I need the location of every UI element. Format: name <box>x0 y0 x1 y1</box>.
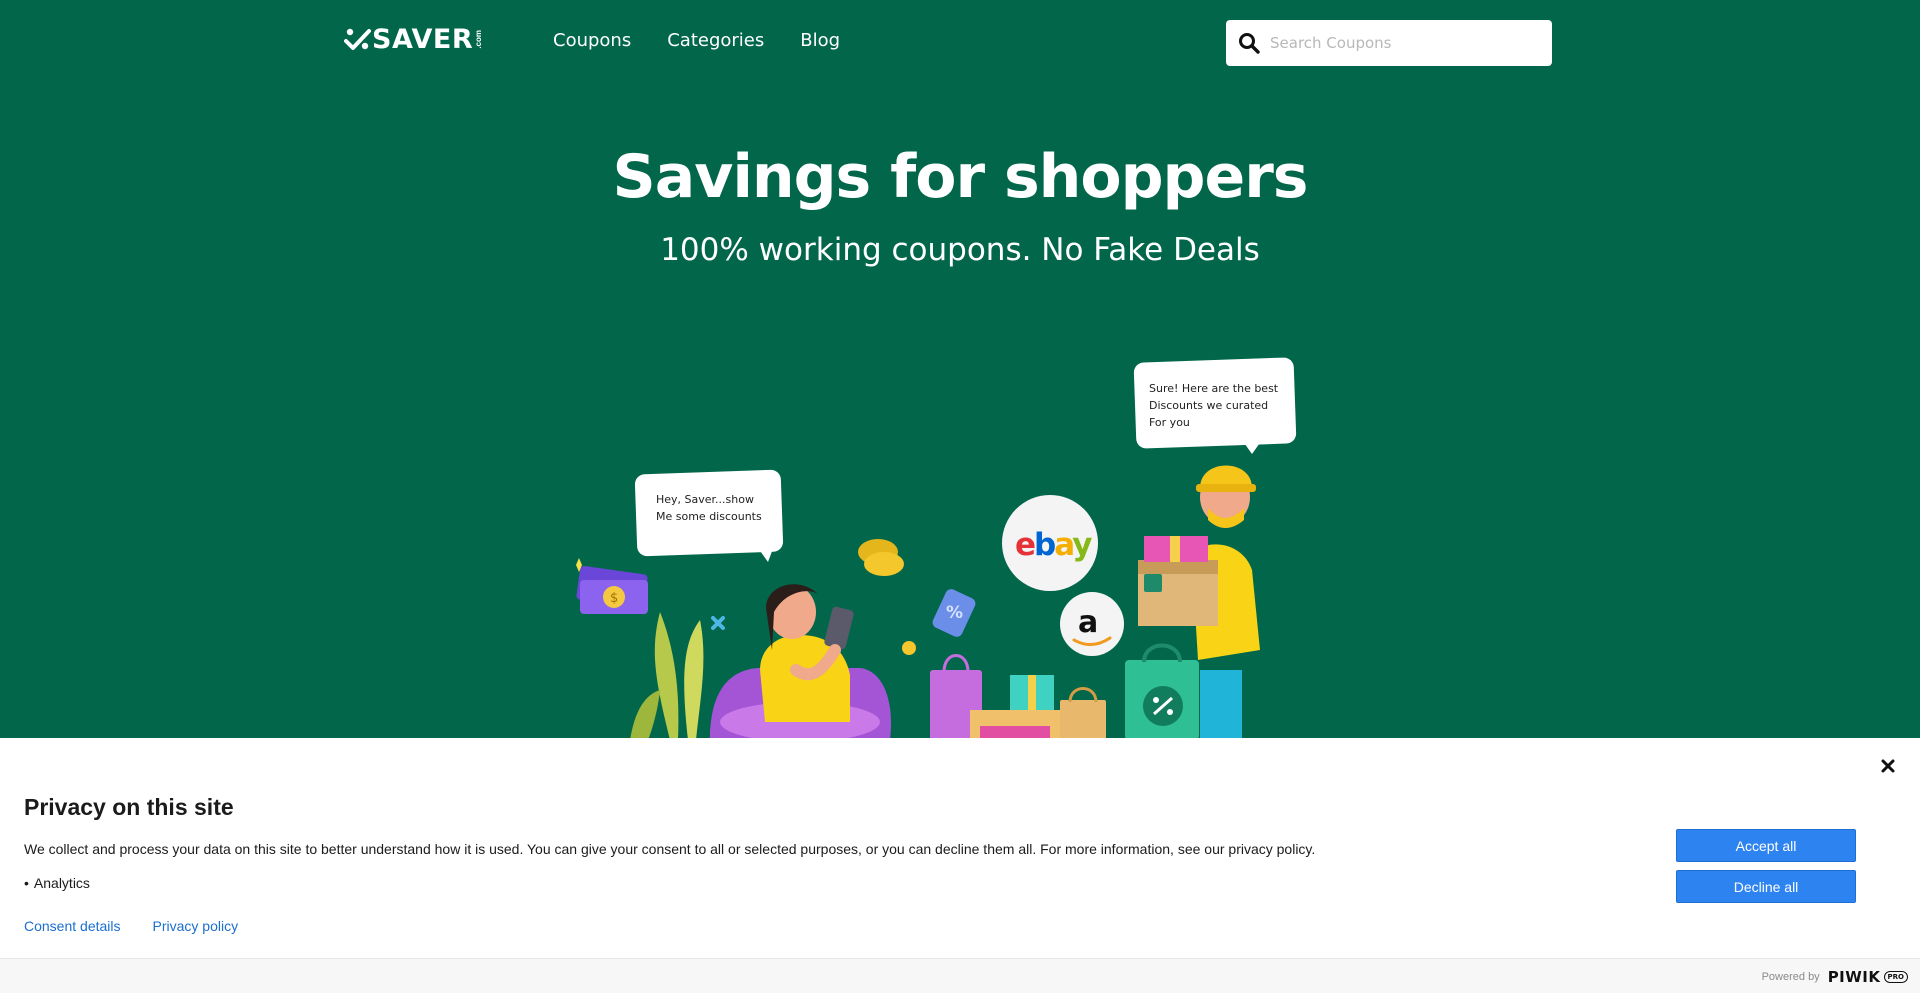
piwik-pro-badge: PRO <box>1883 971 1908 983</box>
consent-links: Consent details Privacy policy <box>24 918 238 934</box>
coins-icon <box>858 539 916 655</box>
bubble-right-line-3: For you <box>1149 416 1190 429</box>
consent-title: Privacy on this site <box>24 794 234 820</box>
hero-subtitle: 100% working coupons. No Fake Deals <box>660 232 1260 268</box>
svg-text:a: a <box>1078 605 1098 640</box>
close-icon[interactable] <box>1878 756 1898 776</box>
nav-categories-link[interactable]: Categories <box>667 30 764 51</box>
decline-all-button[interactable]: Decline all <box>1676 870 1856 903</box>
money-icon: $ <box>576 558 648 614</box>
piwik-brand-text: PIWIK <box>1827 968 1881 986</box>
bubble-left-line-1: Hey, Saver...show <box>656 493 754 506</box>
logo-text: SAVER <box>372 24 474 55</box>
discount-check-icon <box>344 28 371 50</box>
accept-all-button[interactable]: Accept all <box>1676 829 1856 862</box>
piwik-pro-logo[interactable]: PIWIK PRO <box>1828 968 1908 986</box>
svg-text:ebay: ebay <box>1015 527 1092 563</box>
logo-suffix: .com <box>474 30 484 49</box>
ebay-logo-icon: ebay <box>1002 495 1098 591</box>
amazon-logo-icon: a <box>1060 592 1124 656</box>
bubble-right-line-1: Sure! Here are the best <box>1149 382 1279 395</box>
hero-title: Savings for shoppers <box>612 142 1309 212</box>
hero-illustration: $ Hey, Saver...show Me some discounts % <box>576 357 1297 740</box>
privacy-policy-link[interactable]: Privacy policy <box>153 918 239 934</box>
consent-description: We collect and process your data on this… <box>24 841 1316 857</box>
powered-by-label: Powered by <box>1761 971 1820 983</box>
privacy-consent-banner: Privacy on this site We collect and proc… <box>0 738 1920 993</box>
svg-text:%: % <box>946 603 963 623</box>
nav-blog-link[interactable]: Blog <box>800 30 840 51</box>
bubble-left-line-2: Me some discounts <box>656 510 762 523</box>
consent-purpose-list: • Analytics <box>24 875 90 891</box>
bullet: • <box>24 875 29 891</box>
speech-bubble-left: Hey, Saver...show Me some discounts <box>634 469 784 562</box>
search-icon[interactable] <box>1236 30 1262 56</box>
powered-by-footer: Powered by PIWIK PRO <box>0 958 1920 993</box>
site-header: SAVER .com Coupons Categories Blog <box>0 0 1920 84</box>
svg-text:$: $ <box>610 591 618 606</box>
search-box <box>1226 20 1552 66</box>
nav-coupons-link[interactable]: Coupons <box>553 30 631 51</box>
bubble-right-line-2: Discounts we curated <box>1149 399 1268 412</box>
shopping-bags-illustration <box>930 654 1106 740</box>
consent-details-link[interactable]: Consent details <box>24 918 121 934</box>
main-nav: Coupons Categories Blog <box>553 30 840 51</box>
coupon-ticket-icon: % <box>932 589 976 637</box>
sparkle-icon <box>711 616 725 630</box>
purpose-analytics: Analytics <box>33 875 90 891</box>
search-input[interactable] <box>1270 34 1530 52</box>
speech-bubble-right: Sure! Here are the best Discounts we cur… <box>1133 357 1297 454</box>
delivery-man-illustration <box>1125 465 1260 740</box>
shopper-woman-illustration <box>710 584 891 740</box>
site-logo[interactable]: SAVER .com <box>344 26 483 53</box>
